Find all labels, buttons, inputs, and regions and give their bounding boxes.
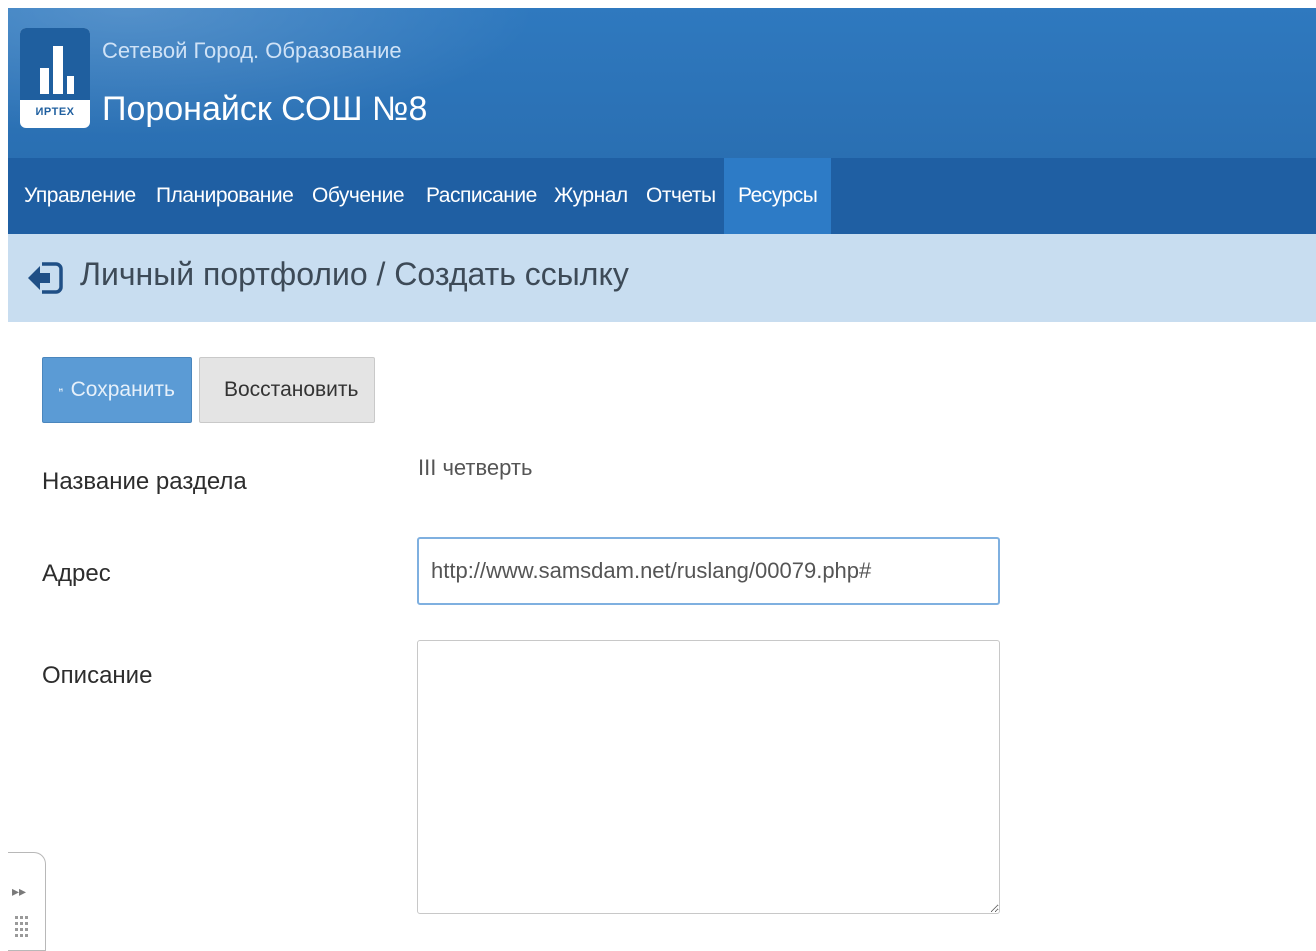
top-strip — [0, 0, 1316, 8]
page-title: Личный портфолио / Создать ссылку — [80, 256, 629, 292]
nav-item-obuchenie[interactable]: Обучение — [312, 158, 405, 234]
expand-icon: ▸▸ — [12, 883, 27, 899]
page-titlebar: Личный портфолио / Создать ссылку — [8, 234, 1316, 322]
restore-button-label: Восстановить — [224, 378, 359, 401]
address-input[interactable] — [417, 537, 1000, 605]
irtex-logo[interactable]: ИРТЕХ — [20, 28, 90, 128]
nav-item-resursy[interactable]: Ресурсы — [724, 158, 832, 234]
app-name: Сетевой Город. Образование — [102, 38, 402, 63]
save-disk-icon — [59, 388, 63, 392]
nav-item-planirovanie[interactable]: Планирование — [156, 158, 294, 234]
logo-bar-icon — [53, 46, 63, 94]
section-name-label: Название раздела — [42, 468, 247, 495]
logo-emblem — [20, 28, 90, 100]
nav-item-zhurnal[interactable]: Журнал — [554, 158, 628, 234]
side-panel-toggle[interactable]: ▸▸ — [8, 852, 46, 951]
address-label: Адрес — [42, 560, 111, 587]
logo-text: ИРТЕХ — [35, 106, 75, 118]
back-arrow-icon[interactable] — [26, 260, 64, 296]
school-name: Поронайск СОШ №8 — [102, 90, 428, 128]
main-menu: Управление Планирование Обучение Расписа… — [8, 158, 1316, 234]
description-label: Описание — [42, 662, 153, 689]
description-textarea[interactable] — [417, 640, 1000, 914]
grip-icon — [15, 916, 28, 937]
restore-button[interactable]: Восстановить — [199, 357, 375, 423]
nav-item-otchety[interactable]: Отчеты — [646, 158, 716, 234]
header-gloss — [8, 8, 608, 158]
nav-item-raspisanie[interactable]: Расписание — [426, 158, 537, 234]
app-header: ИРТЕХ Сетевой Город. Образование Поронай… — [8, 8, 1316, 158]
save-button[interactable]: Сохранить — [42, 357, 192, 423]
save-button-label: Сохранить — [70, 378, 175, 401]
nav-item-upravlenie[interactable]: Управление — [24, 158, 136, 234]
logo-bar-icon — [67, 76, 74, 94]
section-name-value: III четверть — [418, 455, 533, 480]
logo-bar-icon — [40, 68, 49, 94]
